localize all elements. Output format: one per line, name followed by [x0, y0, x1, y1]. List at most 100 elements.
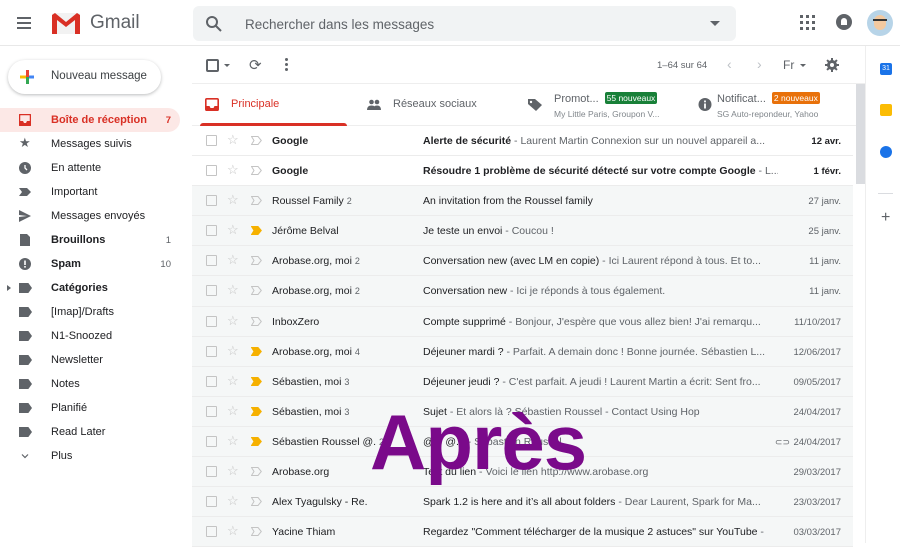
important-marker-icon[interactable] — [251, 346, 262, 356]
important-marker-icon[interactable] — [251, 406, 262, 416]
sidebar-item-spam[interactable]: Spam 10 — [0, 252, 180, 276]
account-avatar[interactable] — [867, 10, 893, 36]
sidebar-item-n1-snoozed[interactable]: N1-Snoozed — [0, 324, 180, 348]
important-marker-icon[interactable] — [251, 436, 262, 446]
star-icon[interactable]: ☆ — [227, 343, 239, 359]
important-marker-icon[interactable] — [251, 497, 262, 507]
row-checkbox[interactable] — [206, 165, 217, 177]
sidebar-item-imap-drafts[interactable]: [Imap]/Drafts — [0, 300, 180, 324]
sidebar-item-starred[interactable]: ★ Messages suivis — [0, 132, 180, 156]
important-marker-icon[interactable] — [251, 196, 262, 206]
sidebar-item-drafts[interactable]: Brouillons 1 — [0, 228, 180, 252]
language-dropdown-icon[interactable] — [800, 64, 806, 67]
sidebar-item-sent[interactable]: Messages envoyés — [0, 204, 180, 228]
row-checkbox[interactable] — [206, 345, 217, 357]
star-icon[interactable]: ☆ — [227, 162, 239, 178]
sidebar-item-snoozed[interactable]: En attente — [0, 156, 180, 180]
email-row[interactable]: ☆ Arobase.org, moi 2 Conversation new (ave… — [192, 246, 853, 277]
row-checkbox[interactable] — [206, 435, 217, 447]
important-marker-icon[interactable] — [251, 166, 262, 176]
row-checkbox[interactable] — [206, 195, 217, 207]
star-icon[interactable]: ☆ — [227, 433, 239, 449]
notifications-icon[interactable] — [836, 14, 852, 30]
email-row[interactable]: ☆ Alex Tyagulsky - Re. Spark 1.2 is here … — [192, 487, 853, 518]
main-menu-icon[interactable] — [17, 14, 37, 32]
calendar-icon[interactable]: 31 — [880, 63, 892, 75]
tab-principale[interactable]: Principale — [192, 84, 347, 126]
input-language-button[interactable]: Fr — [783, 58, 794, 72]
subject-line: Test du lien - Voici le lien http://www.… — [423, 466, 778, 478]
row-checkbox[interactable] — [206, 526, 217, 538]
email-row[interactable]: ☆ Sébastien Roussel @. 2 @... @... - Sébas… — [192, 426, 853, 458]
row-checkbox[interactable] — [206, 315, 217, 327]
important-marker-icon[interactable] — [251, 286, 262, 296]
scrollbar[interactable] — [856, 84, 865, 184]
email-row[interactable]: ☆ Arobase.org, moi 4 Déjeuner mardi ? - Pa… — [192, 336, 853, 367]
search-icon[interactable] — [205, 15, 223, 33]
row-checkbox[interactable] — [206, 225, 217, 237]
important-marker-icon[interactable] — [251, 226, 262, 236]
email-row[interactable]: ☆ Roussel Family 2 An invitation from the … — [192, 186, 853, 217]
sidebar-item-important[interactable]: Important — [0, 180, 180, 204]
star-icon[interactable]: ☆ — [227, 192, 239, 208]
star-icon[interactable]: ☆ — [227, 523, 239, 539]
expand-arrow-icon[interactable] — [7, 285, 11, 291]
row-checkbox[interactable] — [206, 285, 217, 297]
sidebar-item-inbox[interactable]: Boîte de réception 7 — [0, 108, 180, 132]
star-icon[interactable]: ☆ — [227, 222, 239, 238]
star-icon[interactable]: ☆ — [227, 282, 239, 298]
email-row[interactable]: ☆ Google Alerte de sécurité - Laurent Mar… — [192, 126, 853, 157]
email-row[interactable]: ☆ Arobase.org, moi 2 Conversation new - Ic… — [192, 276, 853, 307]
sender: Jérôme Belval — [272, 225, 417, 237]
email-row[interactable]: ☆ Sébastien, moi 3 Déjeuner jeudi ? - C'es… — [192, 366, 853, 397]
important-marker-icon[interactable] — [251, 136, 262, 145]
compose-button[interactable]: Nouveau message — [8, 60, 161, 94]
gear-icon[interactable] — [825, 58, 839, 72]
important-marker-icon[interactable] — [251, 376, 262, 386]
sidebar-item-more[interactable]: Plus — [0, 444, 180, 468]
important-marker-icon[interactable] — [251, 316, 262, 326]
row-checkbox[interactable] — [206, 496, 217, 508]
apps-grid-icon[interactable] — [800, 15, 815, 30]
previous-page-icon[interactable]: ‹ — [727, 56, 732, 72]
row-checkbox[interactable] — [206, 466, 217, 478]
important-marker-icon[interactable] — [251, 256, 262, 266]
star-icon[interactable]: ☆ — [227, 252, 239, 268]
email-row[interactable]: ☆ Google Résoudre 1 problème de sécurité … — [192, 156, 853, 187]
search-options-dropdown-icon[interactable] — [710, 21, 720, 26]
row-checkbox[interactable] — [206, 255, 217, 267]
email-row[interactable]: ☆ Sébastien, moi 3 Sujet - Et alors là ? S… — [192, 396, 853, 427]
tab-notifications[interactable]: Notificat... 2 nouveaux SG Auto-repondeur… — [685, 84, 855, 126]
select-dropdown-icon[interactable] — [224, 64, 230, 67]
email-row[interactable]: ☆ Arobase.org Test du lien - Voici le lie… — [192, 457, 853, 488]
sidebar-item-notes[interactable]: Notes — [0, 372, 180, 396]
tab-reseaux-sociaux[interactable]: Réseaux sociaux — [354, 84, 514, 126]
row-checkbox[interactable] — [206, 405, 217, 417]
tasks-icon[interactable] — [880, 146, 892, 158]
important-marker-icon[interactable] — [251, 467, 262, 477]
refresh-icon[interactable]: ⟳ — [249, 56, 262, 74]
sidebar-item-newsletter[interactable]: Newsletter — [0, 348, 180, 372]
star-icon[interactable]: ☆ — [227, 313, 239, 329]
star-icon[interactable]: ☆ — [227, 493, 239, 509]
important-marker-icon[interactable] — [251, 527, 262, 537]
star-icon[interactable]: ☆ — [227, 463, 239, 479]
tab-senders: My Little Paris, Groupon V... — [554, 109, 660, 119]
add-addon-icon[interactable]: + — [881, 209, 890, 227]
next-page-icon[interactable]: › — [757, 56, 762, 72]
sidebar-item-read-later[interactable]: Read Later — [0, 420, 180, 444]
row-checkbox[interactable] — [206, 375, 217, 387]
email-row[interactable]: ☆ Jérôme Belval Je teste un envoi - Couco… — [192, 216, 853, 247]
email-row[interactable]: ☆ InboxZero Compte supprimé - Bonjour, J'… — [192, 306, 853, 337]
sidebar-item-categories[interactable]: Catégories — [0, 276, 180, 300]
keep-icon[interactable] — [880, 104, 892, 116]
search-input[interactable] — [245, 14, 685, 34]
select-all-checkbox[interactable] — [206, 59, 219, 72]
star-icon[interactable]: ☆ — [227, 403, 239, 419]
star-icon[interactable]: ☆ — [227, 132, 239, 148]
row-checkbox[interactable] — [206, 135, 217, 146]
tab-promotions[interactable]: Promot... 55 nouveaux My Little Paris, Gr… — [515, 84, 685, 126]
sidebar-item-planifie[interactable]: Planifié — [0, 396, 180, 420]
more-options-icon[interactable] — [285, 58, 288, 73]
star-icon[interactable]: ☆ — [227, 373, 239, 389]
